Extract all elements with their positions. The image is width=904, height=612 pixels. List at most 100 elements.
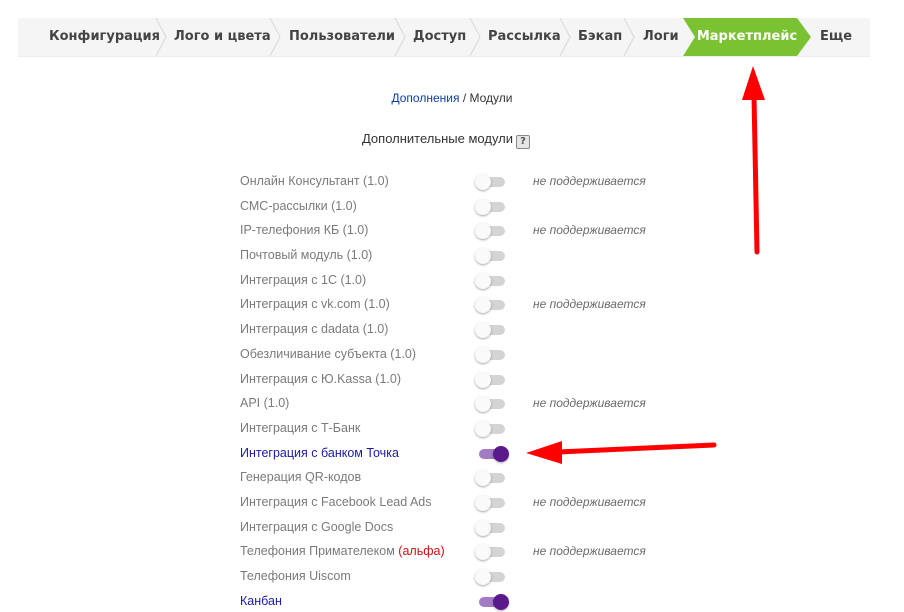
module-name: Интеграция с 1С (1.0) [240, 273, 366, 287]
module-name-text: Интеграция с Ю.Kassa (1.0) [240, 371, 402, 386]
module-name: API (1.0) [240, 396, 289, 410]
tab-more[interactable]: Еще [820, 18, 852, 56]
breadcrumb: Дополнения / Модули [0, 91, 904, 105]
tab-separator [155, 18, 167, 56]
page: Конфигурация Лого и цвета Пользователи Д… [0, 0, 904, 612]
tab-separator [559, 18, 571, 56]
module-name-text: Интеграция с dadata (1.0) [240, 322, 389, 337]
help-icon[interactable]: ? [516, 135, 531, 149]
module-status: не поддерживается [533, 396, 646, 411]
breadcrumb-current: Модули [469, 91, 513, 105]
module-toggle[interactable] [475, 371, 509, 388]
toggle-knob [475, 494, 491, 511]
module-toggle[interactable] [475, 198, 509, 215]
module-toggle[interactable] [475, 223, 509, 240]
module-row: Интеграция с Т-Банк [240, 417, 700, 442]
module-name-text: Онлайн Консультант (1.0) [240, 174, 389, 188]
module-name: Генерация QR-кодов [240, 470, 361, 484]
module-name: Интеграция с vk.com (1.0) [240, 297, 390, 311]
tab-mailing[interactable]: Рассылка [488, 18, 561, 56]
module-row: API (1.0) не поддерживается [240, 392, 700, 417]
toggle-knob [475, 198, 491, 215]
module-toggle[interactable] [475, 494, 509, 511]
module-tag: (альфа) [398, 544, 445, 559]
toggle-knob [475, 272, 491, 289]
toggle-knob [475, 174, 491, 190]
module-name-text: Интеграция с Facebook Lead Ads [240, 494, 432, 509]
module-name: Интеграция с Ю.Kassa (1.0) [240, 372, 401, 386]
module-name-text: Почтовый модуль (1.0) [240, 248, 373, 263]
module-name-text: Телефония Uiscom [240, 569, 351, 583]
toggle-knob [475, 470, 491, 487]
module-name: Интеграция с dadata (1.0) [240, 322, 388, 336]
module-toggle[interactable] [475, 470, 509, 487]
toggle-knob [475, 346, 491, 363]
module-toggle[interactable] [475, 297, 509, 314]
module-toggle[interactable] [475, 322, 509, 339]
module-name: Обезличивание субъекта (1.0) [240, 347, 416, 361]
module-name-text: Телефония Примателеком [240, 544, 395, 559]
module-status: не поддерживается [533, 544, 646, 559]
module-status: не поддерживается [533, 223, 646, 238]
module-name-text: API (1.0) [240, 396, 290, 411]
tab-backup[interactable]: Бэкап [578, 18, 622, 56]
module-name-text: Интеграция с Google Docs [240, 519, 394, 534]
module-toggle[interactable] [475, 346, 509, 363]
module-toggle[interactable] [475, 593, 509, 610]
module-name-text: Интеграция с Т-Банк [240, 420, 361, 435]
toggle-knob [475, 297, 491, 314]
module-name-text: Интеграция с 1С (1.0) [240, 272, 367, 287]
module-row: Телефония Uiscom [240, 565, 700, 590]
tab-access[interactable]: Доступ [413, 18, 466, 56]
module-name: IP-телефония КБ (1.0) [240, 223, 368, 237]
toggle-knob [493, 593, 509, 610]
module-toggle[interactable] [475, 445, 509, 462]
module-name-text: IP-телефония КБ (1.0) [240, 223, 369, 238]
module-toggle[interactable] [475, 544, 509, 561]
toggle-knob [475, 322, 491, 339]
module-name-text: СМС-рассылки (1.0) [240, 198, 357, 213]
module-toggle[interactable] [475, 396, 509, 413]
module-name: Интеграция с Facebook Lead Ads [240, 495, 432, 509]
tab-logo-colors[interactable]: Лого и цвета [174, 18, 271, 56]
tab-marketplace[interactable]: Маркетплейс [683, 18, 811, 56]
toggle-knob [475, 223, 491, 240]
module-row: Обезличивание субъекта (1.0) [240, 343, 700, 368]
module-row: Интеграция с банком Точка [240, 442, 700, 467]
module-name-text: Обезличивание субъекта (1.0) [240, 346, 417, 361]
module-row: Телефония Примателеком (альфа) не поддерж… [240, 540, 700, 565]
module-row: Интеграция с Facebook Lead Ads не поддерж… [240, 491, 700, 516]
toggle-knob [475, 569, 491, 585]
tab-separator [469, 18, 481, 56]
module-name: Онлайн Консультант (1.0) [240, 174, 389, 188]
tab-separator [269, 18, 281, 56]
module-toggle[interactable] [475, 569, 509, 585]
annotation-arrow-up [742, 66, 765, 255]
tab-configuration[interactable]: Конфигурация [49, 18, 160, 56]
module-name: Интеграция с Google Docs [240, 520, 393, 534]
module-row: IP-телефония КБ (1.0) не поддерживается [240, 219, 700, 244]
module-name: Телефония Uiscom [240, 569, 351, 583]
module-row: Интеграция с vk.com (1.0) не поддерживает… [240, 293, 700, 318]
module-name-text: Генерация QR-кодов [240, 470, 362, 485]
module-toggle[interactable] [475, 174, 509, 190]
tab-users[interactable]: Пользователи [289, 18, 395, 56]
tab-marketplace-label: Маркетплейс [696, 29, 798, 44]
module-name: Почтовый модуль (1.0) [240, 248, 372, 262]
tab-separator [394, 18, 406, 56]
module-name-text: Канбан [240, 593, 282, 608]
breadcrumb-separator: / [459, 91, 470, 105]
breadcrumb-link-addons[interactable]: Дополнения [392, 91, 460, 105]
toggle-knob [475, 371, 491, 388]
module-toggle[interactable] [475, 420, 509, 437]
module-toggle[interactable] [475, 272, 509, 289]
module-row: Интеграция с 1С (1.0) [240, 269, 700, 294]
section-title: Дополнительные модули? [0, 131, 892, 149]
module-toggle[interactable] [475, 248, 509, 265]
module-row: Интеграция с Ю.Kassa (1.0) [240, 368, 700, 393]
module-name: СМС-рассылки (1.0) [240, 199, 357, 213]
tab-logs[interactable]: Логи [643, 18, 679, 56]
toggle-knob [475, 396, 491, 413]
module-toggle[interactable] [475, 519, 509, 536]
module-name-text: Интеграция с vk.com (1.0) [240, 297, 390, 312]
